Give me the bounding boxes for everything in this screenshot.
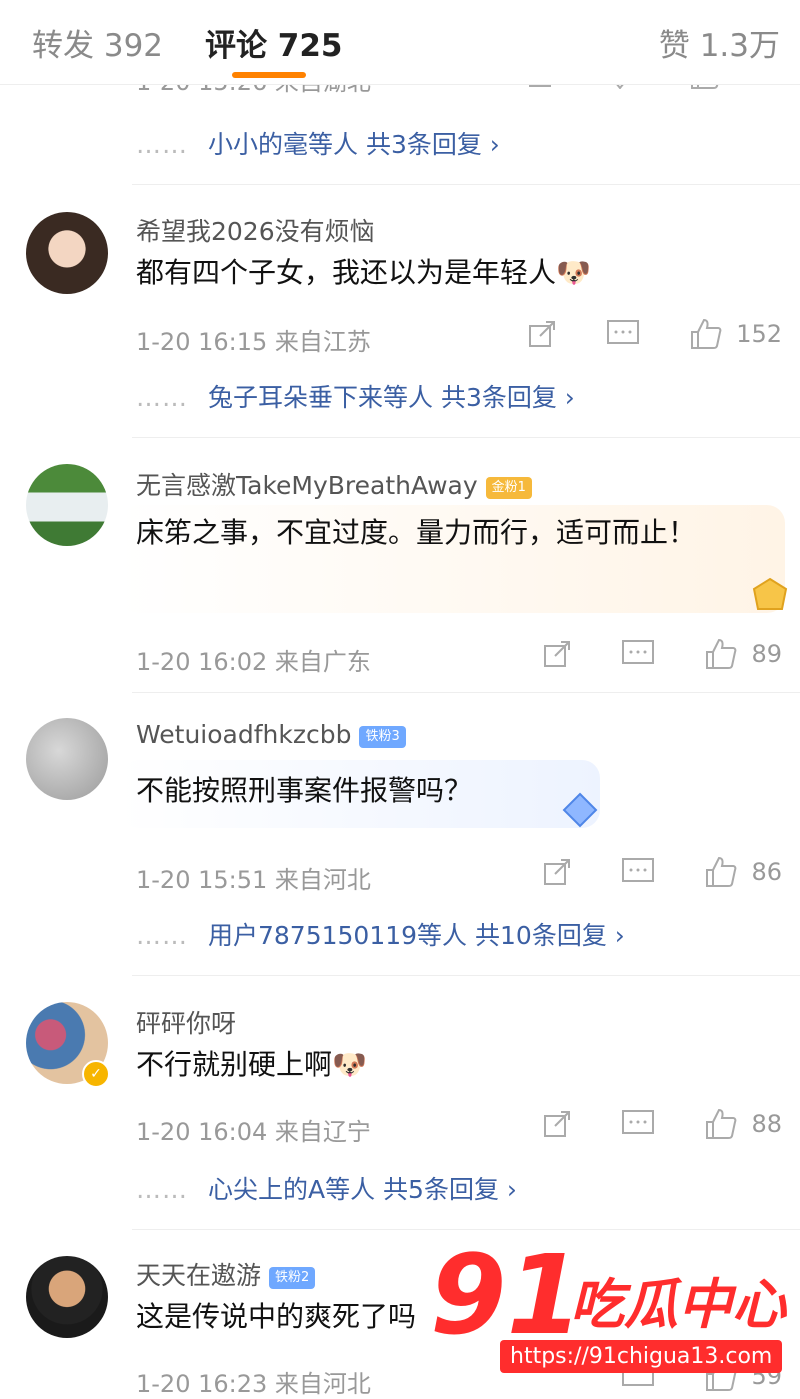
username[interactable]: Wetuioadfhkzcbb xyxy=(136,720,351,749)
tab-repost[interactable]: 转发 392 xyxy=(32,20,163,65)
like-count: 89 xyxy=(751,640,782,668)
divider xyxy=(132,1229,800,1230)
replies-text: 心尖上的A等人 共5条回复 › xyxy=(208,1175,517,1204)
comment-text: 床笫之事，不宜过度。量力而行，适可而止！ xyxy=(136,516,697,549)
username[interactable]: 无言感激TakeMyBreathAway xyxy=(136,471,478,500)
like-button[interactable]: 152 xyxy=(688,318,782,350)
like-count: 86 xyxy=(751,858,782,886)
username[interactable]: 砰砰你呀 xyxy=(136,1004,236,1040)
avatar[interactable] xyxy=(26,1256,108,1338)
comment-icon[interactable] xyxy=(621,857,655,887)
watermark-brand: 吃瓜中心 xyxy=(570,1273,786,1336)
comment-meta: 1-20 16:04 来自辽宁 xyxy=(136,1118,371,1146)
comment-text: 不能按照刑事案件报警吗？ xyxy=(136,774,473,807)
watermark-url: https://91chigua13.com xyxy=(500,1340,783,1373)
username-row: 无言感激TakeMyBreathAway 金粉1 xyxy=(136,466,532,502)
watermark-number: 91 xyxy=(430,1231,584,1359)
avatar[interactable] xyxy=(26,718,108,800)
comment-text: 不行就别硬上啊🐶 xyxy=(136,1048,367,1081)
like-button[interactable]: 88 xyxy=(703,1108,782,1140)
comment-text: 这是传说中的爽死了吗 xyxy=(136,1300,417,1333)
share-icon[interactable] xyxy=(541,638,573,670)
verified-icon: ✓ xyxy=(82,1060,110,1088)
iron-fan-icon xyxy=(558,790,602,830)
divider xyxy=(132,184,800,185)
replies-link[interactable]: …… 用户7875150119等人 共10条回复 › xyxy=(136,916,625,952)
divider xyxy=(132,975,800,976)
dots: …… xyxy=(136,1175,188,1204)
dots: …… xyxy=(136,921,188,950)
share-icon[interactable] xyxy=(526,318,558,350)
like-count: 152 xyxy=(736,320,782,348)
share-icon[interactable] xyxy=(541,1108,573,1140)
share-icon[interactable] xyxy=(541,856,573,888)
comment-actions: 86 xyxy=(541,856,782,888)
comment-meta: 1-20 16:23 来自河北 xyxy=(136,1370,371,1398)
replies-text: 小小的毫等人 共3条回复 › xyxy=(208,130,500,159)
comment-icon[interactable] xyxy=(621,1109,655,1139)
replies-link[interactable]: …… 小小的毫等人 共3条回复 › xyxy=(136,125,500,161)
replies-link[interactable]: …… 兔子耳朵垂下来等人 共3条回复 › xyxy=(136,378,575,414)
comment-actions: 89 xyxy=(541,638,782,670)
fan-badge[interactable]: 铁粉2 xyxy=(269,1267,316,1289)
avatar[interactable] xyxy=(26,212,108,294)
gold-fan-icon xyxy=(748,575,792,615)
dots: …… xyxy=(136,130,188,159)
like-button[interactable]: 86 xyxy=(703,856,782,888)
divider xyxy=(132,692,800,693)
comment-icon[interactable] xyxy=(621,639,655,669)
tab-bar: 转发 392 评论 725 赞 1.3万 xyxy=(0,0,800,85)
like-button[interactable]: 89 xyxy=(703,638,782,670)
active-tab-indicator xyxy=(232,72,306,78)
avatar[interactable] xyxy=(26,464,108,546)
comment-actions: 88 xyxy=(541,1108,782,1140)
replies-text: 兔子耳朵垂下来等人 共3条回复 › xyxy=(208,383,575,412)
comment-meta: 1-20 16:02 来自广东 xyxy=(136,648,371,676)
username-row: 天天在遨游 铁粉2 xyxy=(136,1256,316,1292)
fan-badge[interactable]: 金粉1 xyxy=(485,477,532,499)
replies-link[interactable]: …… 心尖上的A等人 共5条回复 › xyxy=(136,1170,517,1206)
comment-meta: 1-20 16:15 来自江苏 xyxy=(136,328,371,356)
divider xyxy=(132,437,800,438)
username[interactable]: 天天在遨游 xyxy=(136,1261,261,1290)
comment-text: 都有四个子女，我还以为是年轻人🐶 xyxy=(136,256,591,289)
comment-meta: 1-20 15:51 来自河北 xyxy=(136,866,371,894)
username-row: Wetuioadfhkzcbb 铁粉3 xyxy=(136,720,406,749)
watermark: 91 吃瓜中心 https://91chigua13.com xyxy=(400,1240,790,1385)
tab-likes[interactable]: 赞 1.3万 xyxy=(659,20,780,65)
dots: …… xyxy=(136,383,188,412)
comment-actions: 152 xyxy=(526,318,782,350)
replies-text: 用户7875150119等人 共10条回复 › xyxy=(208,921,625,950)
comment-icon[interactable] xyxy=(606,319,640,349)
like-count: 88 xyxy=(751,1110,782,1138)
fan-badge[interactable]: 铁粉3 xyxy=(359,726,406,748)
username[interactable]: 希望我2026没有烦恼 xyxy=(136,212,375,248)
tab-comments[interactable]: 评论 725 xyxy=(205,20,343,65)
